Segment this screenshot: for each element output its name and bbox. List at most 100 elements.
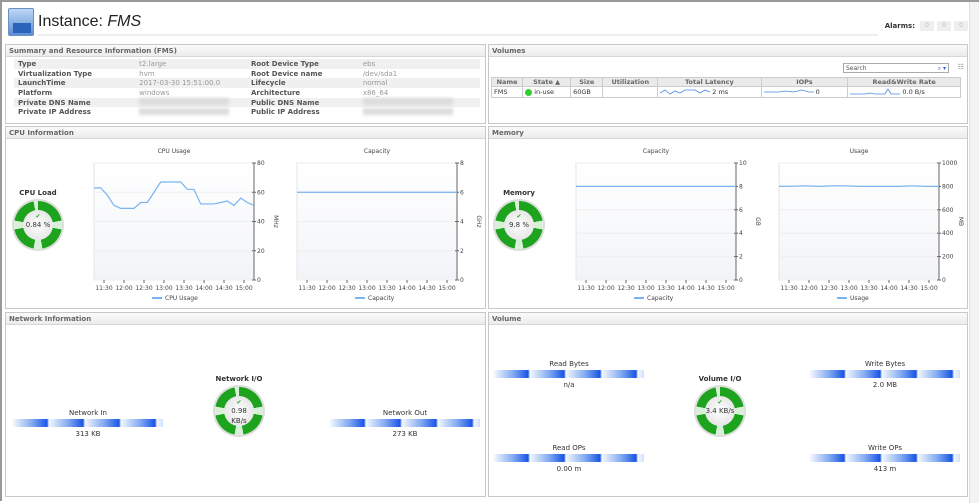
x-tick-label: 13:00 bbox=[155, 285, 172, 292]
gauge-label: Memory bbox=[491, 189, 547, 197]
bar-value: 0.00 m bbox=[494, 465, 644, 473]
y-tick-label: 0 bbox=[460, 277, 464, 284]
x-tick-label: 15:00 bbox=[920, 285, 937, 292]
legend-label: Capacity bbox=[647, 295, 674, 302]
column-header[interactable]: Read&Write Rate bbox=[848, 78, 961, 87]
check-icon: ✔ bbox=[705, 400, 735, 406]
y-tick-label: 2 bbox=[739, 254, 743, 261]
summary-row: Virtualization TypehvmRoot Device name/d… bbox=[14, 69, 480, 79]
legend-label: Usage bbox=[850, 295, 869, 302]
column-header[interactable]: Total Latency bbox=[658, 78, 761, 87]
memory-gauge: Memory ✔9.8 % bbox=[491, 189, 547, 249]
instance-name: FMS bbox=[107, 13, 141, 30]
page-title: Instance: FMS bbox=[38, 13, 141, 31]
column-header[interactable]: IOPs bbox=[761, 78, 848, 87]
alarm-count-warning[interactable]: 0 bbox=[937, 21, 951, 31]
redacted-value bbox=[363, 98, 453, 105]
panel-title: Volumes bbox=[489, 45, 967, 57]
gauge-label: Network I/O bbox=[211, 375, 267, 383]
column-settings-icon[interactable]: ☷ bbox=[958, 63, 964, 71]
plot-area bbox=[779, 163, 939, 280]
bar-value: n/a bbox=[494, 381, 644, 389]
bar-label: Read OPs bbox=[494, 444, 644, 452]
redacted-value bbox=[363, 108, 453, 115]
summary-row: Typet2.largeRoot Device Typeebs bbox=[14, 59, 480, 69]
page-header: Instance: FMS Alarms: 0 0 0 bbox=[8, 8, 968, 38]
alarm-count-info[interactable]: 0 bbox=[954, 21, 968, 31]
activity-bar bbox=[810, 454, 960, 462]
check-icon: ✔ bbox=[224, 400, 254, 406]
x-tick-label: 11:30 bbox=[780, 285, 797, 292]
column-header[interactable]: State ▲ bbox=[523, 78, 571, 87]
cell-iops: 0 bbox=[761, 87, 848, 98]
field-value: 2017-03-30 15:51:00.0 bbox=[135, 78, 247, 88]
y-axis-label: MB bbox=[957, 217, 964, 226]
y-tick-label: 6 bbox=[739, 207, 743, 214]
check-icon: ✔ bbox=[23, 214, 53, 220]
field-label: Public DNS Name bbox=[247, 98, 359, 108]
bar-label: Write OPs bbox=[810, 444, 960, 452]
y-tick-label: 0 bbox=[942, 277, 946, 284]
volume-io-gauge: Volume I/O ✔3.4 KB/s bbox=[692, 375, 748, 435]
x-tick-label: 11:30 bbox=[95, 285, 112, 292]
y-tick-label: 0 bbox=[257, 277, 261, 284]
latency-value: 2 ms bbox=[712, 88, 728, 96]
y-tick-label: 40 bbox=[257, 219, 265, 226]
bar-value: 273 KB bbox=[330, 430, 480, 438]
gauge-ring: ✔0.84 % bbox=[14, 201, 62, 249]
divider bbox=[38, 34, 878, 36]
column-header[interactable]: Name bbox=[492, 78, 523, 87]
summary-table: Typet2.largeRoot Device TypeebsVirtualiz… bbox=[14, 59, 480, 117]
x-tick-label: 14:30 bbox=[418, 285, 435, 292]
scrollbar[interactable] bbox=[969, 2, 979, 503]
field-value: ebs bbox=[359, 59, 480, 69]
x-tick-label: 13:30 bbox=[657, 285, 674, 292]
x-tick-label: 13:00 bbox=[358, 285, 375, 292]
chart-title: CPU Usage bbox=[158, 148, 191, 155]
bar-label: Network Out bbox=[330, 409, 480, 417]
cpu-load-gauge: CPU Load ✔0.84 % bbox=[10, 189, 66, 249]
panel-title: CPU Information bbox=[6, 127, 485, 139]
activity-bar bbox=[13, 419, 163, 427]
volumes-table: NameState ▲SizeUtilizationTotal LatencyI… bbox=[491, 77, 961, 98]
gauge-value: 3.4 KB/s bbox=[706, 407, 735, 415]
gauge-ring: ✔0.98 KB/s bbox=[215, 387, 263, 435]
iops-value: 0 bbox=[816, 88, 820, 96]
y-tick-label: 200 bbox=[942, 254, 954, 261]
cpu-panel: CPU Information CPU Load ✔0.84 % CPU Usa… bbox=[5, 126, 486, 309]
search-input[interactable]: Search⌕ ▾ bbox=[843, 63, 949, 73]
plot-area bbox=[576, 163, 736, 280]
alarms-label: Alarms: bbox=[885, 22, 915, 30]
gauge-value: 0.84 % bbox=[26, 221, 50, 229]
bar-label: Read Bytes bbox=[494, 360, 644, 368]
column-header[interactable]: Utilization bbox=[603, 78, 658, 87]
summary-row: PlatformwindowsArchitecturex86_64 bbox=[14, 88, 480, 98]
column-header[interactable]: Size bbox=[571, 78, 603, 87]
field-value: x86_64 bbox=[359, 88, 480, 98]
network-io-gauge: Network I/O ✔0.98 KB/s bbox=[211, 375, 267, 435]
search-icon[interactable]: ⌕ ▾ bbox=[938, 64, 946, 73]
redacted-value bbox=[139, 98, 229, 105]
y-tick-label: 800 bbox=[942, 183, 954, 190]
write-ops: Write OPs413 m bbox=[810, 444, 960, 473]
y-tick-label: 4 bbox=[460, 219, 464, 226]
memory-capacity-chart: Capacity0246810GB11:3012:0012:3013:0013:… bbox=[565, 139, 765, 309]
field-label: LaunchTime bbox=[14, 78, 135, 88]
field-label: Platform bbox=[14, 88, 135, 98]
x-tick-label: 15:00 bbox=[438, 285, 455, 292]
table-row[interactable]: FMS in-use 60GB 2 ms 0 0.0 B/s bbox=[492, 87, 961, 98]
activity-bar bbox=[494, 370, 644, 378]
network-panel: Network Information Network I/O ✔0.98 KB… bbox=[5, 312, 486, 497]
field-value: /dev/sda1 bbox=[359, 69, 480, 79]
alarm-count-critical[interactable]: 0 bbox=[920, 21, 934, 31]
panel-title: Memory bbox=[489, 127, 967, 139]
legend-label: Capacity bbox=[368, 295, 395, 302]
activity-bar bbox=[810, 370, 960, 378]
volume-panel: Volume Volume I/O ✔3.4 KB/s Read Bytesn/… bbox=[488, 312, 968, 497]
series-line bbox=[779, 186, 939, 187]
x-tick-label: 14:30 bbox=[215, 285, 232, 292]
title-prefix: Instance: bbox=[38, 13, 107, 30]
x-tick-label: 14:00 bbox=[195, 285, 212, 292]
x-tick-label: 13:30 bbox=[378, 285, 395, 292]
y-tick-label: 80 bbox=[257, 160, 265, 167]
